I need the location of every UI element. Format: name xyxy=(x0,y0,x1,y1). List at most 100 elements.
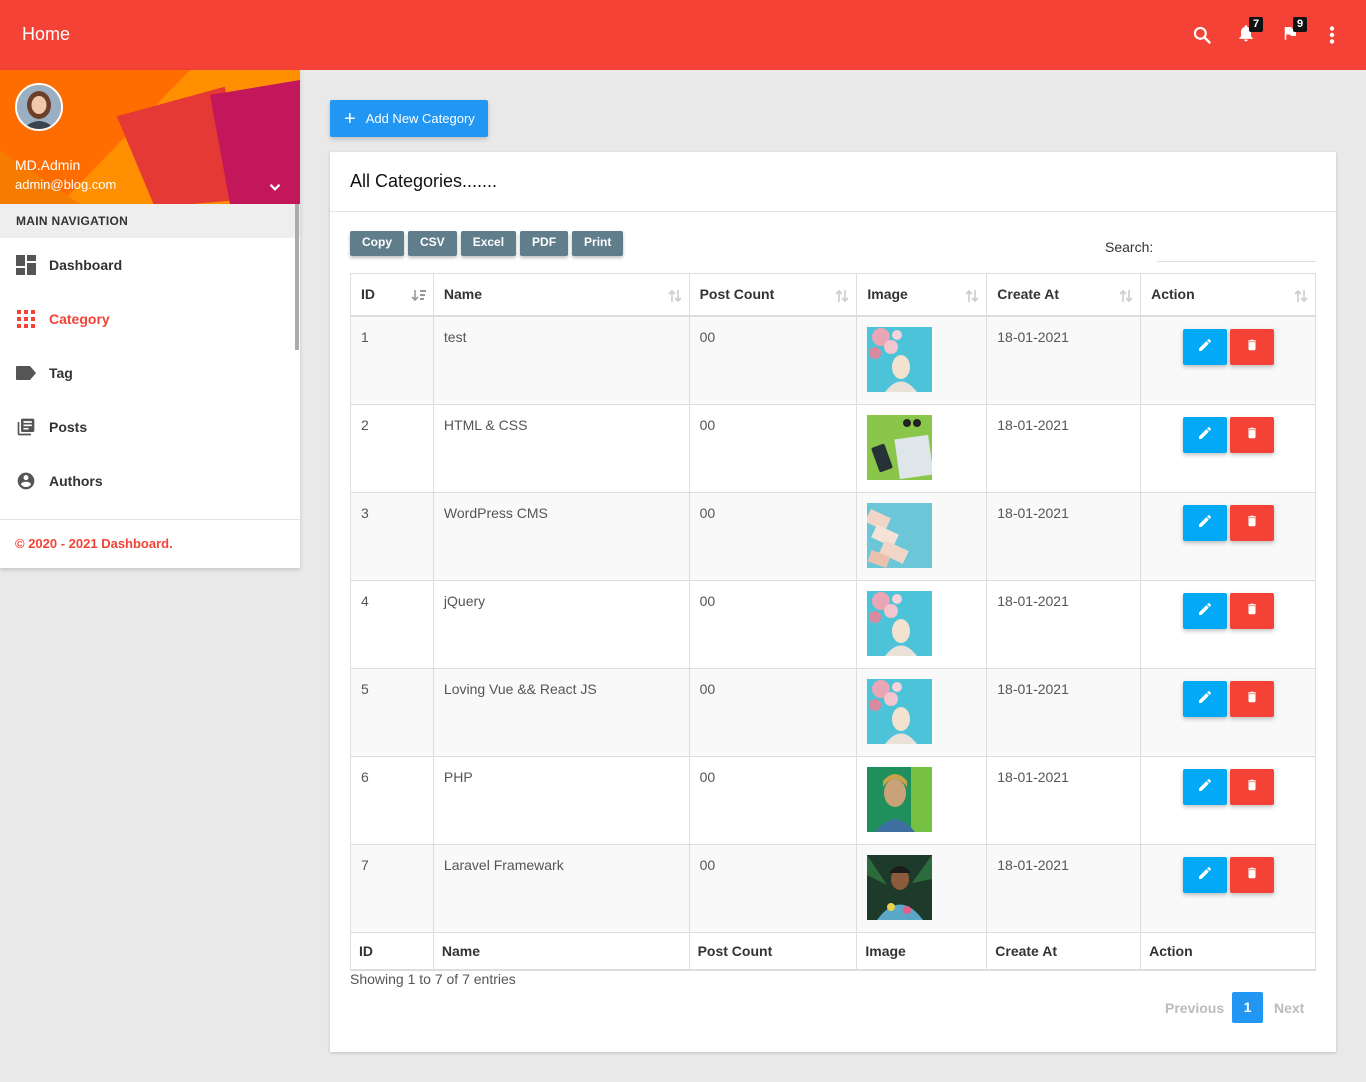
edit-button[interactable] xyxy=(1182,856,1227,893)
tasks-badge: 9 xyxy=(1293,17,1307,32)
copy-button[interactable]: Copy xyxy=(350,231,404,256)
edit-button[interactable] xyxy=(1182,592,1227,629)
excel-button[interactable]: Excel xyxy=(460,231,517,256)
sidebar-item-category[interactable]: Category xyxy=(0,292,300,346)
cell-action xyxy=(1140,403,1316,492)
csv-button[interactable]: CSV xyxy=(408,231,457,256)
column-header-name[interactable]: Name xyxy=(432,273,690,317)
pdf-button[interactable]: PDF xyxy=(520,231,569,256)
sidebar-item-label: Posts xyxy=(49,419,88,435)
edit-button[interactable] xyxy=(1182,768,1227,805)
delete-button[interactable] xyxy=(1229,768,1274,805)
sidebar-item-dashboard[interactable]: Dashboard xyxy=(0,238,300,292)
column-header-image[interactable]: Image xyxy=(856,273,988,317)
sidebar-item-label: Category xyxy=(49,311,110,327)
table-row: 5 Loving Vue && React JS 00 18-01-2021 xyxy=(350,667,1316,756)
edit-button[interactable] xyxy=(1182,416,1227,453)
search-label: Search: xyxy=(1105,239,1154,255)
categories-table: ID Name Post Count Image Create At Actio… xyxy=(350,273,1316,971)
cell-action xyxy=(1140,667,1316,756)
search-input[interactable] xyxy=(1157,232,1316,262)
cell-created: 18-01-2021 xyxy=(986,579,1142,668)
sort-icon xyxy=(1118,288,1134,307)
user-email: admin@blog.com xyxy=(15,177,117,192)
notifications-badge: 7 xyxy=(1249,17,1263,32)
add-new-category-label: Add New Category xyxy=(365,111,475,126)
cell-action xyxy=(1140,315,1316,404)
footer-create-at: Create At xyxy=(986,931,1142,971)
trash-icon xyxy=(1245,425,1259,444)
cell-id: 4 xyxy=(350,579,434,668)
table-row: 4 jQuery 00 18-01-2021 xyxy=(350,579,1316,668)
trash-icon xyxy=(1245,337,1259,356)
trash-icon xyxy=(1245,513,1259,532)
more-vert-icon[interactable] xyxy=(1319,22,1345,48)
table-row: 2 HTML & CSS 00 18-01-2021 xyxy=(350,403,1316,492)
cell-post-count: 00 xyxy=(688,579,858,668)
footer-id: ID xyxy=(350,931,434,971)
search-icon[interactable] xyxy=(1189,22,1215,48)
cell-created: 18-01-2021 xyxy=(986,491,1142,580)
cell-image xyxy=(856,755,988,844)
page-title: Home xyxy=(22,24,71,44)
sidebar-item-posts[interactable]: Posts xyxy=(0,400,300,454)
pagination-previous[interactable]: Previous xyxy=(1165,1000,1224,1016)
column-label: Post Count xyxy=(699,286,775,303)
column-label: Create At xyxy=(997,286,1059,303)
column-header-create-at[interactable]: Create At xyxy=(986,273,1142,317)
delete-button[interactable] xyxy=(1229,856,1274,893)
chevron-down-icon[interactable] xyxy=(266,178,284,201)
pagination-page-1[interactable]: 1 xyxy=(1232,992,1263,1023)
account-icon xyxy=(15,470,37,492)
trash-icon xyxy=(1245,601,1259,620)
sort-icon xyxy=(667,288,683,307)
notifications-button[interactable]: 7 xyxy=(1233,17,1263,48)
cell-id: 1 xyxy=(350,315,434,404)
cell-action xyxy=(1140,755,1316,844)
copyright: © 2020 - 2021 Dashboard. xyxy=(0,519,300,567)
column-header-id[interactable]: ID xyxy=(350,273,434,317)
table-info: Showing 1 to 7 of 7 entries xyxy=(350,971,516,987)
grid-icon xyxy=(15,308,37,330)
card-title: All Categories....... xyxy=(330,152,1336,212)
delete-button[interactable] xyxy=(1229,592,1274,629)
woman-flowers-thumbnail xyxy=(867,326,976,392)
edit-button[interactable] xyxy=(1182,680,1227,717)
cell-name: WordPress CMS xyxy=(432,491,690,580)
delete-button[interactable] xyxy=(1229,328,1274,365)
cell-name: Laravel Framewark xyxy=(432,843,690,932)
plus-icon: + xyxy=(344,107,356,130)
edit-button[interactable] xyxy=(1182,328,1227,365)
pencil-icon xyxy=(1197,425,1213,444)
cell-id: 5 xyxy=(350,667,434,756)
cell-created: 18-01-2021 xyxy=(986,403,1142,492)
tasks-button[interactable]: 9 xyxy=(1277,17,1307,48)
sort-asc-icon xyxy=(411,288,427,307)
cell-id: 3 xyxy=(350,491,434,580)
print-button[interactable]: Print xyxy=(572,231,624,256)
table-row: 6 PHP 00 18-01-2021 xyxy=(350,755,1316,844)
table-header-row: ID Name Post Count Image Create At Actio… xyxy=(350,273,1316,317)
delete-button[interactable] xyxy=(1229,416,1274,453)
delete-button[interactable] xyxy=(1229,504,1274,541)
cell-name: PHP xyxy=(432,755,690,844)
column-header-post-count[interactable]: Post Count xyxy=(688,273,858,317)
dashboard-icon xyxy=(15,254,37,276)
pagination-next[interactable]: Next xyxy=(1274,1000,1304,1016)
delete-button[interactable] xyxy=(1229,680,1274,717)
cell-id: 2 xyxy=(350,403,434,492)
cell-post-count: 00 xyxy=(688,843,858,932)
cell-post-count: 00 xyxy=(688,667,858,756)
trash-icon xyxy=(1245,865,1259,884)
trash-icon xyxy=(1245,777,1259,796)
cell-name: jQuery xyxy=(432,579,690,668)
cell-action xyxy=(1140,491,1316,580)
sidebar-item-tag[interactable]: Tag xyxy=(0,346,300,400)
sidebar-item-authors[interactable]: Authors xyxy=(0,454,300,508)
sidebar-item-label: Authors xyxy=(49,473,103,489)
edit-button[interactable] xyxy=(1182,504,1227,541)
add-new-category-button[interactable]: + Add New Category xyxy=(330,100,488,137)
avatar[interactable] xyxy=(15,83,63,131)
column-header-action[interactable]: Action xyxy=(1140,273,1316,317)
cell-created: 18-01-2021 xyxy=(986,315,1142,404)
